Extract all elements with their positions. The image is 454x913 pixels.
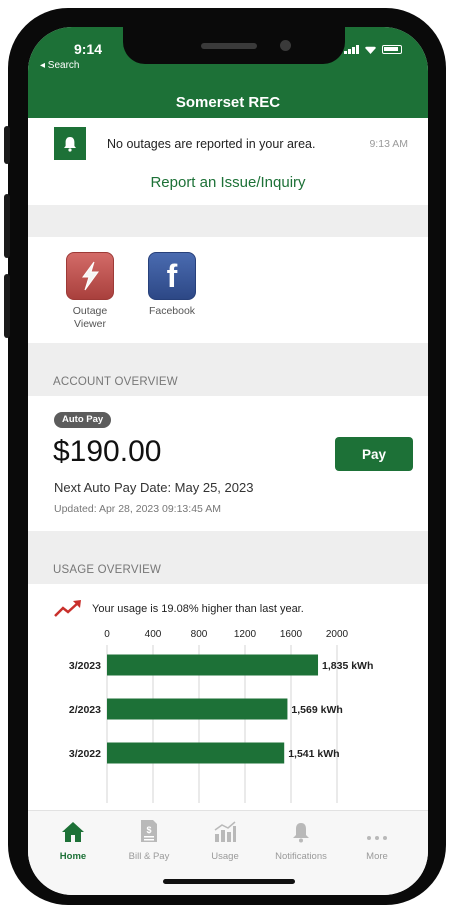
chart-value-label: 1,835 kWh: [322, 660, 373, 672]
trend-up-icon: [54, 600, 81, 617]
more-icon: [339, 821, 415, 843]
usage-chart-icon: [187, 821, 263, 843]
home-icon: [35, 821, 111, 843]
bill-icon: $: [111, 820, 187, 843]
chart-tick-label: 0: [104, 629, 110, 640]
phone-volume-up-button: [4, 194, 10, 258]
camera: [280, 40, 291, 51]
chart-tick-label: 1600: [280, 629, 303, 640]
tab-bill-pay-label: Bill & Pay: [128, 851, 170, 862]
account-overview-heading: ACCOUNT OVERVIEW: [53, 376, 178, 388]
page-title: Somerset REC: [175, 94, 281, 111]
chart-tick-label: 800: [191, 629, 208, 640]
chart-value-label: 1,569 kWh: [291, 704, 342, 716]
balance-amount: $190.00: [53, 435, 162, 468]
chart-category-label: 3/2023: [69, 660, 101, 672]
bell-icon: [263, 821, 339, 843]
wifi-icon: [364, 46, 377, 54]
pay-button[interactable]: Pay: [335, 437, 413, 471]
usage-overview-heading: USAGE OVERVIEW: [53, 564, 162, 576]
facebook-icon: f: [148, 252, 196, 300]
outage-viewer-link[interactable]: Outage Viewer: [60, 252, 120, 331]
outage-viewer-label-line1: Outage: [72, 305, 108, 317]
autopay-badge: Auto Pay: [54, 412, 112, 428]
usage-section-header: [28, 531, 428, 584]
chart-bar: [107, 742, 285, 764]
chart-bar: [107, 654, 319, 676]
tab-home-label: Home: [59, 851, 87, 862]
phone-volume-down-button: [4, 274, 10, 338]
outage-viewer-label-line2: Viewer: [74, 318, 106, 330]
lightning-icon: [66, 252, 114, 300]
chart-bar: [107, 698, 288, 720]
app-screen: 9:14 ◂ Search Somerset REC No outages ar…: [28, 27, 428, 895]
status-time: 9:14: [73, 41, 103, 57]
tab-more[interactable]: More: [339, 821, 415, 862]
tab-notifications-label: Notifications: [275, 851, 327, 862]
app-header: 9:14 ◂ Search Somerset REC: [28, 27, 428, 118]
speaker: [201, 43, 257, 49]
chart-category-label: 3/2022: [69, 748, 101, 760]
section-divider: [28, 205, 428, 237]
report-issue-link[interactable]: Report an Issue/Inquiry: [28, 174, 428, 191]
battery-icon: [382, 45, 402, 54]
back-to-search-link[interactable]: ◂ Search: [40, 60, 79, 71]
account-section-header: [28, 343, 428, 396]
status-icons: [344, 45, 402, 54]
chart-tick-label: 1200: [234, 629, 257, 640]
outage-message: No outages are reported in your area.: [107, 137, 316, 151]
phone-mute-switch: [4, 126, 10, 164]
facebook-label: Facebook: [148, 305, 196, 317]
updated-timestamp: Updated: Apr 28, 2023 09:13:45 AM: [54, 503, 221, 515]
chart-tick-label: 400: [145, 629, 162, 640]
tab-usage[interactable]: Usage: [187, 821, 263, 862]
svg-text:$: $: [146, 825, 151, 835]
tab-more-label: More: [366, 851, 388, 862]
tab-home[interactable]: Home: [35, 821, 111, 862]
usage-summary: Your usage is 19.08% higher than last ye…: [92, 603, 304, 615]
facebook-link[interactable]: f Facebook: [142, 252, 202, 318]
chart-value-label: 1,541 kWh: [288, 748, 339, 760]
alert-timestamp: 9:13 AM: [369, 138, 408, 150]
usage-bar-chart: 0 400 800 1200 1600 2000 3/2023 1,835 kWh 2/2023…: [69, 629, 373, 803]
home-indicator: [163, 879, 295, 884]
tab-notifications[interactable]: Notifications: [263, 821, 339, 862]
next-autopay-date: Next Auto Pay Date: May 25, 2023: [54, 480, 254, 495]
chart-category-label: 2/2023: [69, 704, 101, 716]
chart-tick-label: 2000: [326, 629, 349, 640]
signal-icon: [344, 45, 359, 54]
tab-usage-label: Usage: [211, 851, 239, 862]
alert-bell-icon: [54, 127, 86, 160]
tab-bill-pay[interactable]: $ Bill & Pay: [111, 820, 187, 862]
phone-notch: [123, 27, 345, 64]
